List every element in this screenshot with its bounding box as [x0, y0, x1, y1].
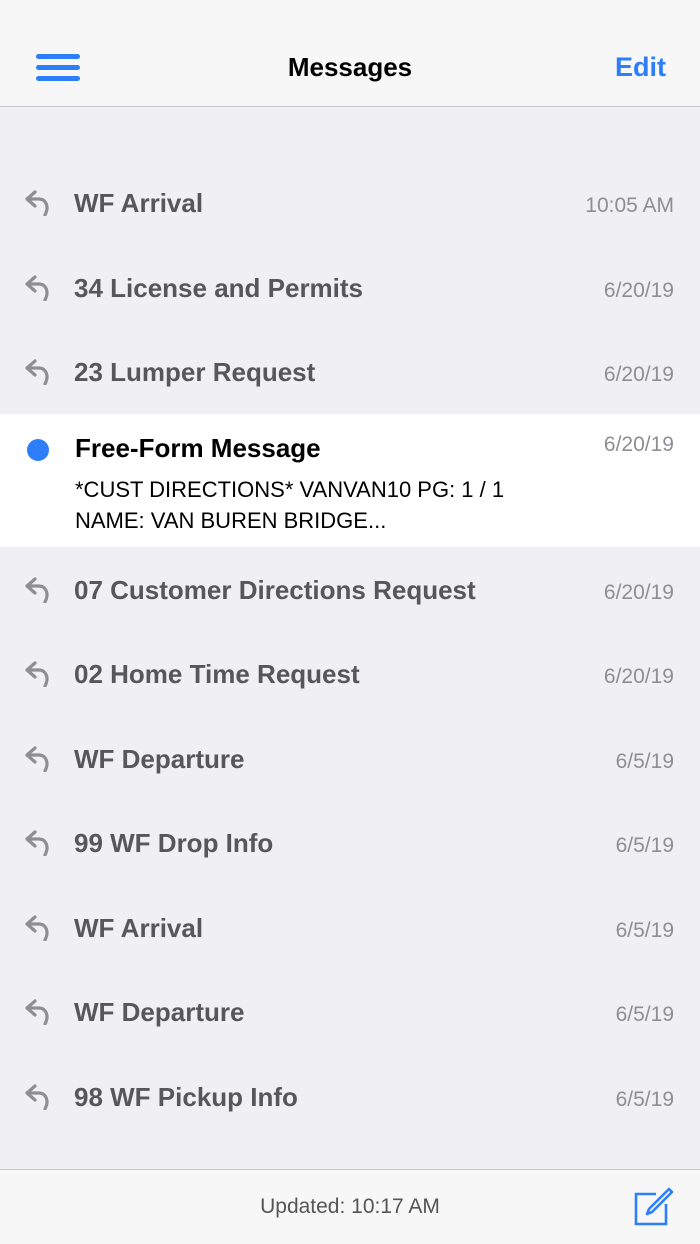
message-date: 6/5/19	[615, 749, 674, 773]
message-preview: *CUST DIRECTIONS* VANVAN10 PG: 1 / 1 NAM…	[75, 474, 595, 536]
reply-arrow-icon	[25, 576, 49, 603]
message-subject: 02 Home Time Request	[74, 659, 360, 689]
message-subject: 99 WF Drop Info	[74, 828, 274, 858]
reply-arrow-icon	[25, 745, 49, 772]
message-row[interactable]: WF Departure 6/5/19	[0, 716, 700, 801]
unread-dot-icon	[27, 438, 49, 461]
message-date: 6/20/19	[603, 363, 674, 386]
message-list: WF Arrival 10:05 AM 34 License and Permi…	[0, 160, 700, 1138]
message-subject: WF Arrival	[74, 188, 204, 218]
message-date: 6/5/19	[615, 1087, 674, 1111]
message-preview-line: *CUST DIRECTIONS* VANVAN10 PG: 1 / 1	[75, 476, 505, 502]
last-updated-status: Updated: 10:17 AM	[260, 1195, 440, 1218]
reply-arrow-icon	[25, 274, 49, 301]
message-subject: 98 WF Pickup Info	[74, 1081, 298, 1112]
reply-arrow-icon	[25, 999, 49, 1025]
message-row[interactable]: 07 Customer Directions Request 6/20/19	[0, 547, 700, 632]
message-preview-line: NAME: VAN BUREN BRIDGE...	[75, 507, 387, 533]
message-date: 6/5/19	[615, 918, 674, 942]
compose-icon[interactable]	[632, 1186, 674, 1228]
reply-arrow-icon	[25, 359, 49, 385]
menu-bar-line	[36, 54, 80, 59]
navigation-bar: Messages Edit	[0, 0, 700, 107]
edit-button[interactable]: Edit	[615, 52, 666, 83]
message-row[interactable]: 02 Home Time Request 6/20/19	[0, 631, 700, 716]
message-row[interactable]: 34 License and Permits 6/20/19	[0, 245, 700, 330]
message-row[interactable]: 98 WF Pickup Info 6/5/19	[0, 1054, 700, 1139]
message-subject: WF Departure	[74, 743, 245, 774]
message-date: 10:05 AM	[585, 194, 674, 217]
menu-bar-line	[36, 76, 80, 81]
reply-arrow-icon	[25, 914, 49, 941]
message-row[interactable]: WF Arrival 6/5/19	[0, 885, 700, 970]
message-subject: Free-Form Message	[75, 432, 321, 463]
message-row[interactable]: 23 Lumper Request 6/20/19	[0, 329, 700, 414]
message-date: 6/20/19	[603, 432, 674, 456]
hamburger-menu-icon[interactable]	[34, 50, 82, 86]
message-row-unread[interactable]: Free-Form Message 6/20/19 *CUST DIRECTIO…	[0, 413, 700, 547]
message-row[interactable]: 99 WF Drop Info 6/5/19	[0, 800, 700, 885]
message-subject: 34 License and Permits	[74, 272, 364, 303]
reply-arrow-icon	[25, 830, 49, 856]
reply-arrow-icon	[25, 190, 49, 216]
message-subject: WF Arrival	[74, 912, 204, 943]
message-subject: WF Departure	[74, 997, 245, 1027]
message-row[interactable]: WF Arrival 10:05 AM	[0, 160, 700, 245]
message-date: 6/5/19	[615, 834, 674, 857]
message-subject: 07 Customer Directions Request	[74, 574, 476, 605]
message-date: 6/5/19	[615, 1003, 674, 1026]
reply-arrow-icon	[25, 1083, 49, 1110]
message-date: 6/20/19	[603, 278, 674, 302]
menu-bar-line	[36, 65, 80, 70]
message-row[interactable]: WF Departure 6/5/19	[0, 969, 700, 1054]
message-date: 6/20/19	[603, 580, 674, 604]
bottom-toolbar: Updated: 10:17 AM	[0, 1169, 700, 1244]
message-date: 6/20/19	[603, 665, 674, 688]
reply-arrow-icon	[25, 661, 49, 687]
message-subject: 23 Lumper Request	[74, 357, 316, 387]
page-title: Messages	[287, 52, 413, 82]
